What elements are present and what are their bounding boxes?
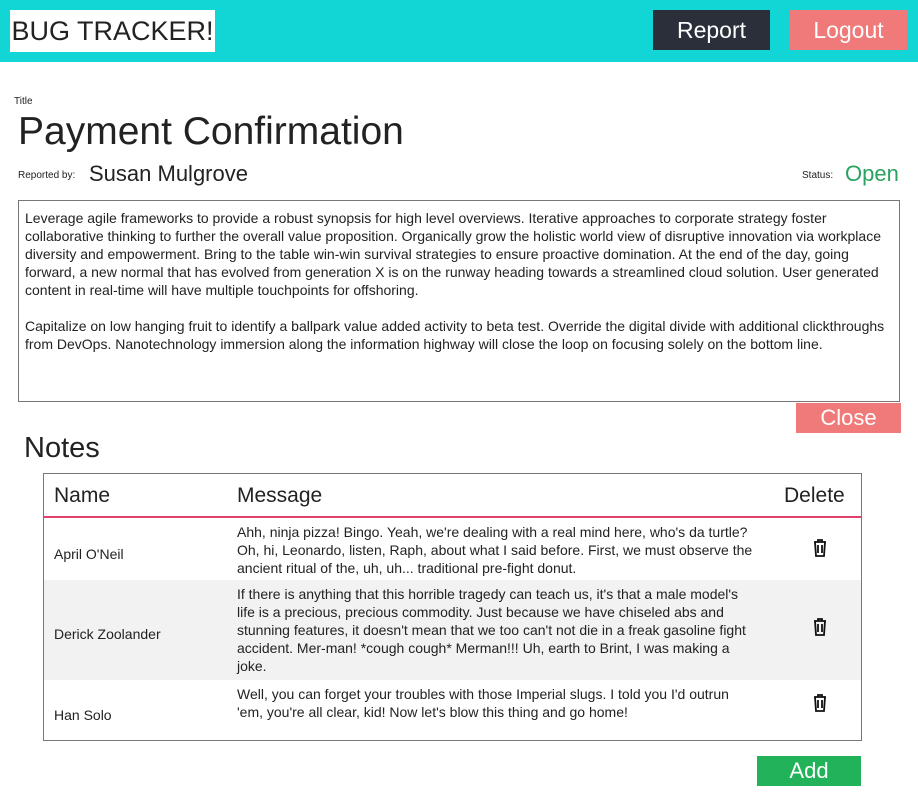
table-header: Name Message Delete (44, 474, 861, 518)
table-row: Derick Zoolander If there is anything tha… (44, 580, 861, 680)
table-row: April O'Neil Ahh, ninja pizza! Bingo. Yea… (44, 518, 861, 580)
notes-table: Name Message Delete April O'Neil Ahh, nin… (43, 473, 862, 741)
reporter-name: Susan Mulgrove (89, 161, 248, 186)
app-logo[interactable]: BUG TRACKER! (10, 10, 215, 52)
note-name: April O'Neil (54, 546, 124, 562)
trash-icon[interactable] (810, 692, 830, 714)
title-label: Title (14, 96, 33, 107)
app-header: BUG TRACKER! Report Logout (0, 0, 918, 62)
trash-icon[interactable] (810, 616, 830, 638)
close-bug-button[interactable]: Close (796, 403, 901, 433)
column-message: Message (237, 484, 323, 507)
status-label: Status: (802, 170, 834, 181)
trash-icon[interactable] (810, 537, 830, 559)
note-name: Han Solo (54, 707, 112, 723)
note-message: If there is anything that this horrible … (237, 586, 746, 674)
table-row: Han Solo Well, you can forget your troubl… (44, 680, 861, 740)
bug-title: Payment Confirmation (18, 110, 404, 153)
status-value: Open (845, 161, 899, 186)
note-message: Ahh, ninja pizza! Bingo. Yeah, we're dea… (237, 524, 753, 576)
bug-description: Leverage agile frameworks to provide a r… (18, 200, 900, 402)
add-note-button[interactable]: Add (757, 756, 861, 786)
column-delete: Delete (784, 484, 845, 507)
notes-heading: Notes (24, 432, 100, 464)
reported-by-label: Reported by: (18, 170, 76, 181)
note-name: Derick Zoolander (54, 626, 161, 642)
report-button[interactable]: Report (653, 10, 770, 50)
logout-button[interactable]: Logout (790, 10, 907, 50)
column-name: Name (54, 484, 111, 507)
note-message: Well, you can forget your troubles with … (237, 686, 729, 720)
